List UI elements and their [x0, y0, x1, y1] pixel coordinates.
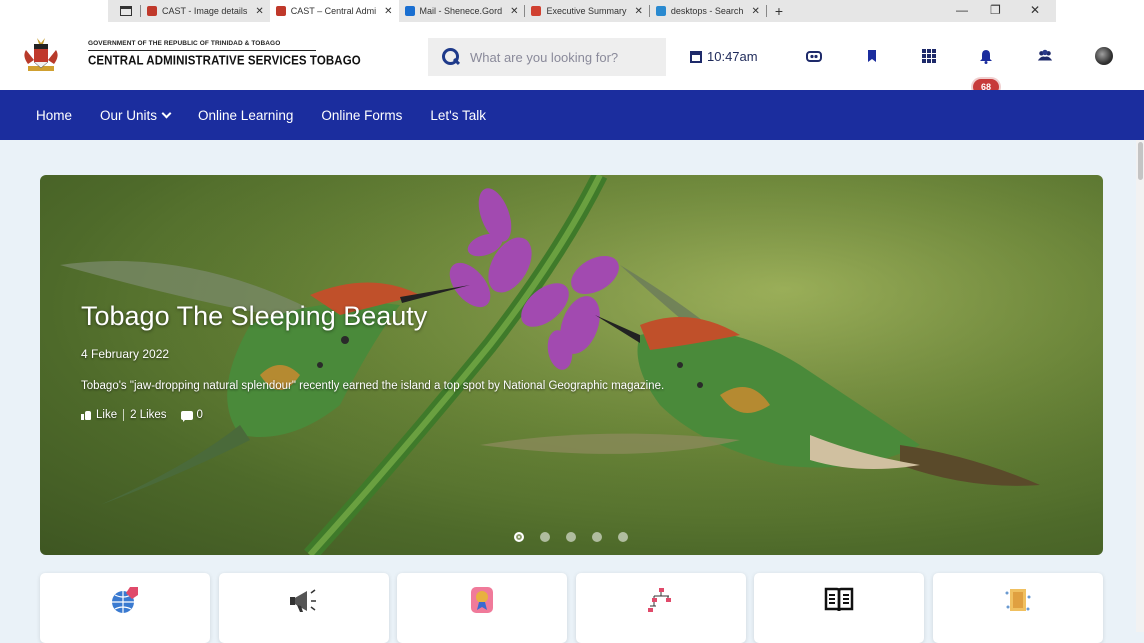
government-label: GOVERNMENT OF THE REPUBLIC OF TRINIDAD &… [88, 40, 281, 47]
nav-item-lets-talk[interactable]: Let's Talk [430, 108, 486, 123]
search-bar[interactable] [428, 38, 666, 76]
scrollbar-track[interactable] [1136, 140, 1144, 632]
window-icon[interactable] [120, 6, 132, 16]
hero-date: 4 February 2022 [81, 347, 170, 361]
people-icon[interactable] [1037, 48, 1053, 64]
outlook-favicon-icon [404, 6, 415, 16]
close-tab-icon[interactable]: ✕ [255, 6, 263, 17]
hero-carousel[interactable]: Tobago The Sleeping Beauty 4 February 20… [40, 175, 1103, 555]
likes-count[interactable]: 2 Likes [130, 409, 166, 421]
quick-link-card[interactable] [218, 573, 389, 643]
carousel-dot[interactable] [540, 532, 550, 542]
quick-link-card[interactable] [754, 573, 925, 643]
carousel-dot[interactable] [566, 532, 576, 542]
carousel-dot[interactable] [618, 532, 628, 542]
book-icon [825, 587, 854, 612]
quick-link-cards [40, 573, 1103, 643]
thumbs-up-icon[interactable] [81, 410, 91, 420]
bing-favicon-icon [655, 6, 666, 16]
close-window-button[interactable]: ✕ [1030, 3, 1040, 17]
site-title[interactable]: CENTRAL ADMINISTRATIVE SERVICES TOBAGO [88, 54, 361, 68]
close-tab-icon[interactable]: ✕ [635, 6, 643, 17]
time-label: 10:47am [707, 49, 758, 64]
bookmark-icon[interactable] [864, 48, 880, 64]
org-chart-icon [647, 588, 671, 612]
close-tab-icon[interactable]: ✕ [384, 6, 392, 17]
nav-item-online-forms[interactable]: Online Forms [321, 108, 402, 123]
pdf-favicon-icon [531, 6, 542, 16]
chevron-down-icon [161, 108, 172, 118]
browser-tab[interactable]: CAST - Image details ✕ [141, 0, 270, 22]
notebook-icon [1005, 589, 1031, 611]
quick-link-card[interactable] [575, 573, 746, 643]
main-nav: Home Our Units Online Learning Online Fo… [0, 90, 1144, 140]
quick-link-card[interactable] [397, 573, 568, 643]
browser-tab[interactable]: desktops - Search ✕ [650, 0, 766, 22]
nav-item-our-units[interactable]: Our Units [100, 108, 172, 123]
carousel-dot[interactable] [514, 532, 524, 542]
browser-tabs: CAST - Image details ✕ CAST – Central Ad… [108, 0, 1056, 22]
quick-link-card[interactable] [932, 573, 1103, 643]
close-tab-icon[interactable]: ✕ [510, 6, 518, 17]
coat-of-arms-logo[interactable] [20, 36, 62, 76]
search-icon[interactable] [442, 48, 460, 66]
hero-description: Tobago's "jaw-dropping natural splendour… [81, 380, 665, 392]
bell-icon[interactable] [978, 48, 994, 64]
crest-favicon-icon [147, 6, 157, 16]
nav-item-home[interactable]: Home [36, 108, 72, 123]
browser-tab[interactable]: Executive Summary ✕ [525, 0, 648, 22]
user-avatar[interactable] [1095, 47, 1113, 65]
carousel-indicators [514, 532, 644, 542]
nav-item-online-learning[interactable]: Online Learning [198, 108, 293, 123]
restore-button[interactable]: ❐ [990, 3, 1001, 17]
comment-icon[interactable] [180, 410, 193, 422]
new-tab-button[interactable]: + [775, 3, 783, 19]
scrollbar-thumb[interactable] [1138, 142, 1143, 180]
award-icon [471, 587, 494, 613]
like-button[interactable]: Like [96, 409, 117, 421]
crest-favicon-icon [275, 6, 286, 16]
browser-tab-strip: CAST - Image details ✕ CAST – Central Ad… [0, 0, 1144, 22]
clock: 10:47am [690, 49, 758, 64]
globe-rocket-icon [112, 587, 138, 613]
hero-actions: Like 2 Likes 0 [81, 409, 203, 422]
hero-title[interactable]: Tobago The Sleeping Beauty [81, 301, 427, 332]
close-tab-icon[interactable]: ✕ [751, 6, 759, 17]
site-header: GOVERNMENT OF THE REPUBLIC OF TRINIDAD &… [0, 22, 1144, 95]
comments-count: 0 [196, 409, 203, 421]
cc-icon[interactable] [806, 48, 822, 64]
browser-tab-active[interactable]: CAST – Central Admi ✕ [269, 0, 399, 22]
apps-grid-icon[interactable] [921, 48, 937, 64]
quick-link-card[interactable] [40, 573, 210, 643]
hummingbird-image [40, 175, 1103, 555]
carousel-dot[interactable] [592, 532, 602, 542]
minimize-button[interactable]: — [956, 3, 968, 17]
megaphone-icon [289, 589, 316, 612]
browser-tab[interactable]: Mail - Shenece.Gord ✕ [399, 0, 525, 22]
calendar-icon [690, 50, 702, 63]
search-input[interactable] [470, 49, 660, 65]
